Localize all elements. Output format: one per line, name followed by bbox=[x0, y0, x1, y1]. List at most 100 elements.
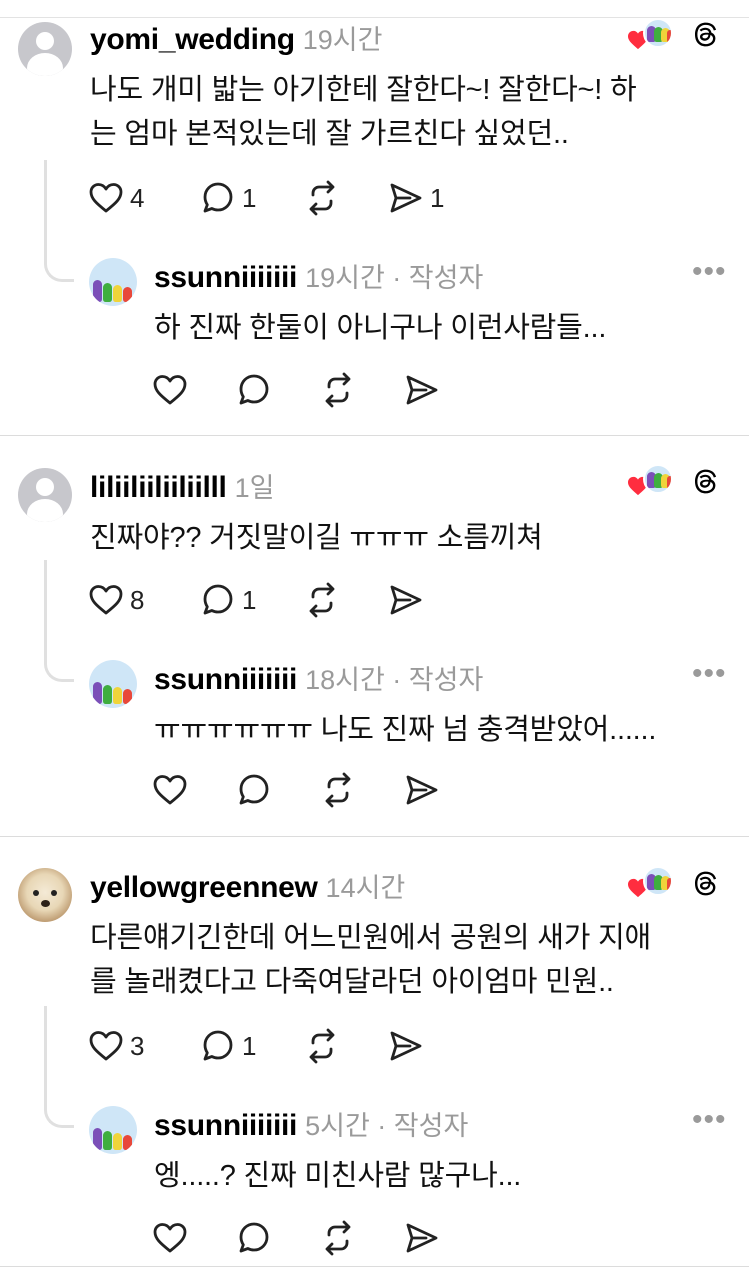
username-link[interactable]: yellowgreennew bbox=[90, 871, 318, 904]
thread-connector-line bbox=[44, 1006, 74, 1128]
author-liked-badge bbox=[627, 866, 677, 900]
like-button[interactable]: 8 bbox=[88, 580, 144, 620]
thread-connector-line bbox=[44, 560, 74, 682]
reply-text: ㅠㅠㅠㅠㅠㅠ 나도 진짜 넘 충격받았어...... bbox=[154, 708, 734, 752]
comment-text: 진짜야?? 거짓말이길 ㅠㅠㅠ 소름끼쳐 bbox=[90, 516, 720, 560]
speech-bubble-icon bbox=[203, 1030, 233, 1061]
reply-text: 하 진짜 한둘이 아니구나 이런사람들... bbox=[154, 306, 734, 350]
author-mini-avatar bbox=[643, 866, 673, 896]
threads-logo-icon[interactable] bbox=[690, 867, 722, 899]
reply-button[interactable] bbox=[236, 370, 272, 410]
share-button[interactable] bbox=[404, 1218, 440, 1258]
reply-button[interactable]: 1 bbox=[200, 1026, 256, 1066]
comment-text: 나도 개미 밟는 아기한테 잘한다~! 잘한다~! 하 는 엄마 본적있는데 잘… bbox=[90, 68, 720, 156]
heart-outline-icon bbox=[153, 775, 187, 805]
more-dots-icon[interactable]: ••• bbox=[692, 1105, 727, 1135]
share-button[interactable] bbox=[404, 370, 440, 410]
comment-text-line: 진짜야?? 거짓말이길 ㅠㅠㅠ 소름끼쳐 bbox=[90, 522, 543, 554]
comment-text: 다른얘기긴한데 어느민원에서 공원의 새가 지애 를 놀래켰다고 다죽여달라던 … bbox=[90, 916, 720, 1004]
send-arrow-icon bbox=[390, 1031, 422, 1061]
repost-arrows-icon bbox=[325, 372, 351, 408]
share-button[interactable] bbox=[388, 1026, 424, 1066]
reply-text-line: 하 진짜 한둘이 아니구나 이런사람들... bbox=[154, 312, 607, 344]
heart-outline-icon bbox=[89, 1031, 123, 1061]
reply-header: ssunniiiiiii 19시간 · 작성자 bbox=[154, 256, 483, 295]
like-button[interactable] bbox=[152, 370, 188, 410]
reply-button[interactable]: 1 bbox=[200, 178, 256, 218]
reply-text-line: 엥.....? 진짜 미친사람 많구나... bbox=[154, 1160, 522, 1192]
username-link[interactable]: yomi_wedding bbox=[90, 23, 295, 56]
timestamp: 5시간 · 작성자 bbox=[305, 1111, 469, 1141]
send-arrow-icon bbox=[390, 183, 422, 213]
username-link[interactable]: liliiliiliiliilll bbox=[90, 471, 227, 504]
threads-logo-icon[interactable] bbox=[690, 18, 722, 50]
username-link[interactable]: ssunniiiiiii bbox=[154, 261, 297, 294]
reply-text: 엥.....? 진짜 미친사람 많구나... bbox=[154, 1154, 734, 1198]
send-arrow-icon bbox=[390, 585, 422, 615]
user-avatar[interactable] bbox=[18, 468, 72, 522]
username-link[interactable]: ssunniiiiiii bbox=[154, 1109, 297, 1142]
repost-button[interactable] bbox=[304, 1026, 340, 1066]
reply-button[interactable] bbox=[236, 770, 272, 810]
comment-text-line: 나도 개미 밟는 아기한테 잘한다~! 잘한다~! 하 bbox=[90, 74, 637, 106]
timestamp: 18시간 · 작성자 bbox=[305, 665, 484, 695]
like-count: 4 bbox=[130, 182, 145, 213]
repost-arrows-icon bbox=[325, 772, 351, 808]
share-button[interactable] bbox=[404, 770, 440, 810]
repost-button[interactable] bbox=[304, 178, 340, 218]
user-avatar[interactable] bbox=[18, 22, 72, 76]
speech-bubble-icon bbox=[239, 1222, 269, 1253]
reply-count: 1 bbox=[242, 584, 257, 615]
comment-text-line: 를 놀래켰다고 다죽여달라던 아이엄마 민원.. bbox=[90, 966, 614, 998]
timestamp: 19시간 · 작성자 bbox=[305, 263, 484, 293]
more-dots-icon[interactable]: ••• bbox=[692, 659, 727, 689]
speech-bubble-icon bbox=[203, 182, 233, 213]
comment-header: yomi_wedding 19시간 bbox=[90, 18, 382, 57]
repost-button[interactable] bbox=[320, 370, 356, 410]
repost-arrows-icon bbox=[325, 1220, 351, 1256]
repost-arrows-icon bbox=[309, 1028, 335, 1064]
thread-divider bbox=[0, 435, 749, 436]
reply-button[interactable]: 1 bbox=[200, 580, 256, 620]
heart-outline-icon bbox=[153, 1223, 187, 1253]
comment-header: yellowgreennew 14시간 bbox=[90, 866, 405, 905]
repost-button[interactable] bbox=[320, 1218, 356, 1258]
more-dots-icon[interactable]: ••• bbox=[692, 257, 727, 287]
author-mini-avatar bbox=[643, 464, 673, 494]
author-avatar[interactable] bbox=[89, 258, 137, 306]
thread-divider bbox=[0, 836, 749, 837]
share-button[interactable] bbox=[388, 580, 424, 620]
repost-arrows-icon bbox=[309, 582, 335, 618]
username-link[interactable]: ssunniiiiiii bbox=[154, 663, 297, 696]
reply-header: ssunniiiiiii 5시간 · 작성자 bbox=[154, 1104, 468, 1143]
speech-bubble-icon bbox=[239, 374, 269, 405]
comment-text-line: 다른얘기긴한데 어느민원에서 공원의 새가 지애 bbox=[90, 922, 652, 954]
author-liked-badge bbox=[627, 464, 677, 498]
author-avatar[interactable] bbox=[89, 660, 137, 708]
like-count: 8 bbox=[130, 584, 145, 615]
heart-outline-icon bbox=[89, 183, 123, 213]
speech-bubble-icon bbox=[203, 584, 233, 615]
like-button[interactable]: 4 bbox=[88, 178, 144, 218]
reply-header: ssunniiiiiii 18시간 · 작성자 bbox=[154, 658, 483, 697]
user-avatar[interactable] bbox=[18, 868, 72, 922]
repost-button[interactable] bbox=[304, 580, 340, 620]
like-button[interactable] bbox=[152, 1218, 188, 1258]
like-button[interactable] bbox=[152, 770, 188, 810]
send-arrow-icon bbox=[406, 1223, 438, 1253]
send-arrow-icon bbox=[406, 775, 438, 805]
reply-button[interactable] bbox=[236, 1218, 272, 1258]
author-liked-badge bbox=[627, 18, 677, 52]
bottom-divider bbox=[0, 1266, 749, 1267]
share-button[interactable]: 1 bbox=[388, 178, 444, 218]
timestamp: 19시간 bbox=[302, 25, 383, 55]
like-button[interactable]: 3 bbox=[88, 1026, 144, 1066]
heart-outline-icon bbox=[153, 375, 187, 405]
repost-button[interactable] bbox=[320, 770, 356, 810]
send-arrow-icon bbox=[406, 375, 438, 405]
reply-text-line: ㅠㅠㅠㅠㅠㅠ 나도 진짜 넘 충격받았어...... bbox=[154, 714, 657, 746]
threads-logo-icon[interactable] bbox=[690, 465, 722, 497]
heart-outline-icon bbox=[89, 585, 123, 615]
author-avatar[interactable] bbox=[89, 1106, 137, 1154]
comment-header: liliiliiliiliilll 1일 bbox=[90, 466, 274, 505]
